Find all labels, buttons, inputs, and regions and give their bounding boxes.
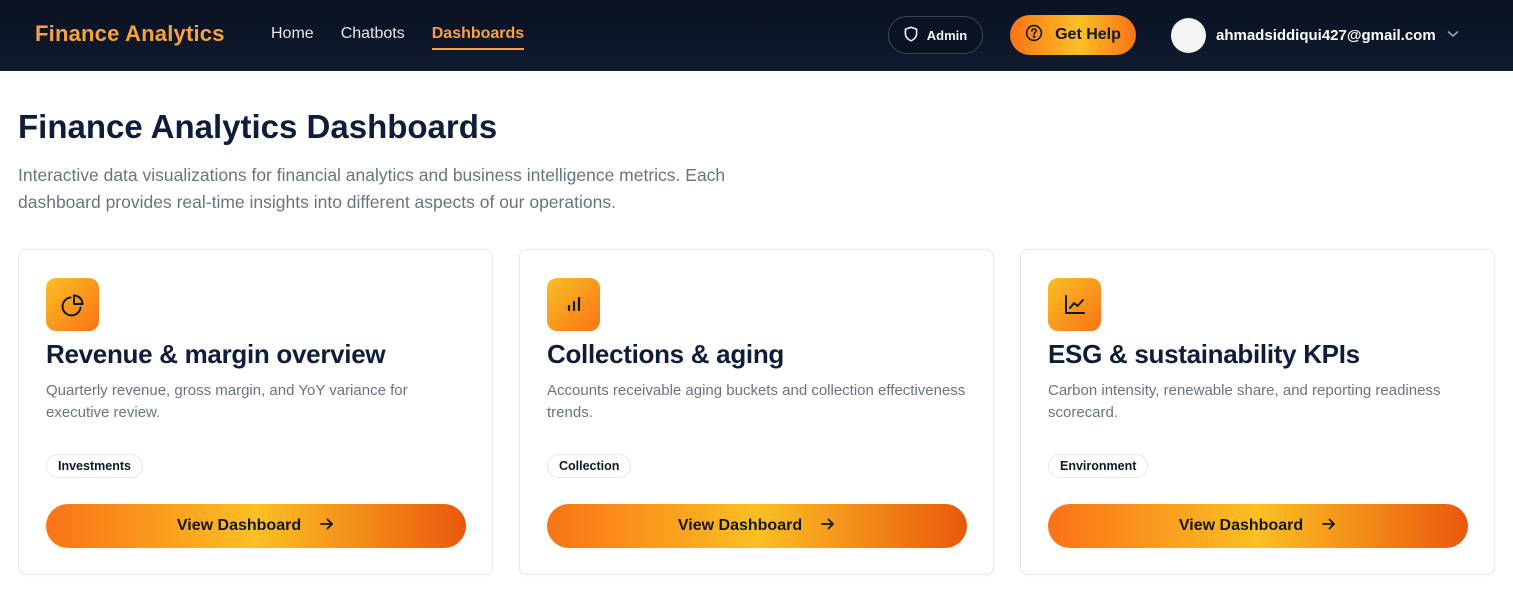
- user-email: ahmadsiddiqui427@gmail.com: [1216, 26, 1436, 44]
- category-tag: Collection: [547, 454, 632, 478]
- arrow-right-icon: [319, 517, 335, 536]
- card-title: Collections & aging: [547, 339, 784, 369]
- main-nav: Home Chatbots Dashboards: [271, 25, 525, 50]
- card-title: ESG & sustainability KPIs: [1048, 339, 1360, 369]
- view-dashboard-label: View Dashboard: [677, 517, 803, 534]
- view-dashboard-button[interactable]: View Dashboard: [547, 504, 967, 548]
- nav-link-dashboards[interactable]: Dashboards: [431, 25, 525, 50]
- nav-link-chatbots[interactable]: Chatbots: [341, 25, 405, 50]
- help-circle-icon: [1025, 24, 1043, 47]
- nav-link-home[interactable]: Home: [271, 25, 314, 50]
- view-dashboard-label: View Dashboard: [1178, 517, 1304, 534]
- admin-button-label: Admin: [926, 27, 968, 43]
- dashboard-card-esg: ESG & sustainability KPIs Carbon intensi…: [1020, 249, 1495, 575]
- page-description: Interactive data visualizations for fina…: [18, 165, 726, 212]
- card-description: Carbon intensity, renewable share, and r…: [1048, 382, 1441, 421]
- top-navbar: Finance Analytics Home Chatbots Dashboar…: [0, 0, 1513, 71]
- shield-icon: [904, 25, 918, 45]
- card-description: Quarterly revenue, gross margin, and YoY…: [46, 382, 408, 421]
- card-description: Accounts receivable aging buckets and co…: [547, 382, 966, 421]
- get-help-label: Get Help: [1055, 26, 1121, 43]
- category-tag: Environment: [1048, 454, 1149, 478]
- arrow-right-icon: [1321, 517, 1337, 536]
- view-dashboard-button[interactable]: View Dashboard: [46, 504, 466, 548]
- avatar: [1171, 17, 1206, 53]
- get-help-button[interactable]: Get Help: [1010, 15, 1136, 55]
- view-dashboard-label: View Dashboard: [176, 517, 302, 534]
- pie-chart-icon: [46, 278, 99, 331]
- admin-button[interactable]: Admin: [888, 16, 983, 54]
- chevron-down-icon: [1446, 26, 1460, 44]
- line-chart-icon: [1048, 278, 1101, 331]
- category-tag: Investments: [46, 454, 143, 478]
- dashboard-card-revenue: Revenue & margin overview Quarterly reve…: [18, 249, 493, 575]
- card-title: Revenue & margin overview: [46, 339, 386, 369]
- dashboard-card-collections: Collections & aging Accounts receivable …: [519, 249, 994, 575]
- bar-chart-icon: [547, 278, 600, 331]
- page-title: Finance Analytics Dashboards: [18, 108, 498, 145]
- view-dashboard-button[interactable]: View Dashboard: [1048, 504, 1468, 548]
- user-menu[interactable]: ahmadsiddiqui427@gmail.com: [1171, 17, 1460, 53]
- brand-logo-text[interactable]: Finance Analytics: [35, 21, 225, 47]
- arrow-right-icon: [820, 517, 836, 536]
